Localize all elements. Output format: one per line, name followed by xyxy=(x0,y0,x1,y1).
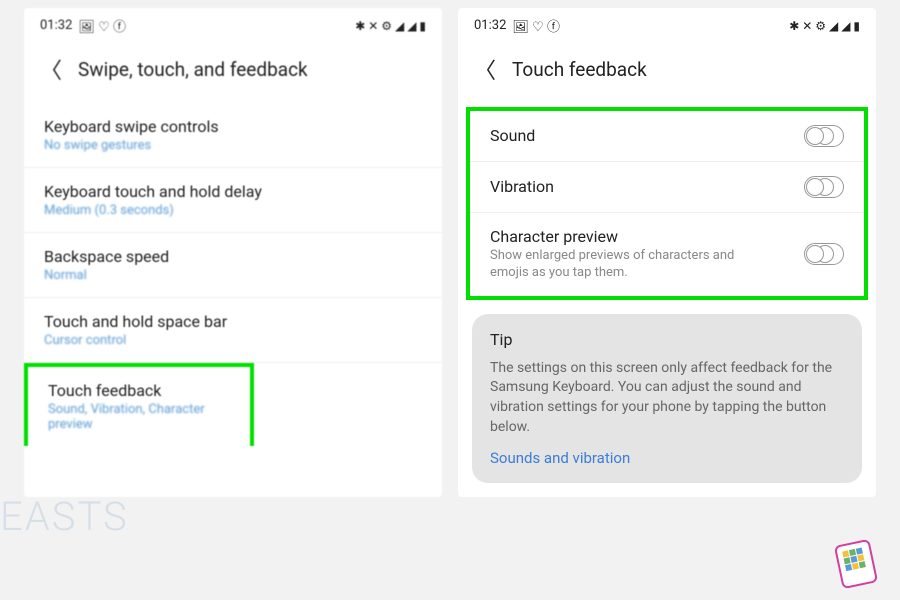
header: 〈 Swipe, touch, and feedback xyxy=(24,39,442,103)
settings-list: Keyboard swipe controls No swipe gesture… xyxy=(24,103,442,446)
watermark-text: EASTS xyxy=(0,493,129,540)
item-touch-feedback[interactable]: Touch feedback Sound, Vibration, Charact… xyxy=(24,363,254,446)
phone-left: 01:32 🖼 ♡ ⓕ ✱ ✕ ⚙ ◢ ◢ ▮ 〈 Swipe, touch, … xyxy=(24,8,442,497)
toggle-sound[interactable]: Sound xyxy=(470,111,864,162)
tip-box: Tip The settings on this screen only aff… xyxy=(472,314,862,483)
switch-icon[interactable] xyxy=(804,243,844,265)
status-bar: 01:32 🖼 ♡ ⓕ ✱ ✕ ⚙ ◢ ◢ ▮ xyxy=(458,8,876,39)
phone-right: 01:32 🖼 ♡ ⓕ ✱ ✕ ⚙ ◢ ◢ ▮ 〈 Touch feedback… xyxy=(458,8,876,497)
toggle-vibration[interactable]: Vibration xyxy=(470,162,864,213)
back-icon[interactable]: 〈 xyxy=(40,53,62,85)
status-bar: 01:32 🖼 ♡ ⓕ ✱ ✕ ⚙ ◢ ◢ ▮ xyxy=(24,8,442,39)
status-icons-left: 🖼 ♡ ⓕ xyxy=(512,16,560,35)
tip-body: The settings on this screen only affect … xyxy=(490,359,844,437)
switch-icon[interactable] xyxy=(804,125,844,147)
status-time: 01:32 xyxy=(40,18,72,33)
tip-link[interactable]: Sounds and vibration xyxy=(490,449,844,467)
status-icons-right: ✱ ✕ ⚙ ◢ ◢ ▮ xyxy=(789,19,860,33)
toggle-character-preview[interactable]: Character preview Show enlarged previews… xyxy=(470,213,864,296)
switch-icon[interactable] xyxy=(804,176,844,198)
header: 〈 Touch feedback xyxy=(458,39,876,103)
item-touch-hold-delay[interactable]: Keyboard touch and hold delay Medium (0.… xyxy=(24,168,442,233)
status-time: 01:32 xyxy=(474,18,506,33)
tip-title: Tip xyxy=(490,330,844,349)
status-icons-right: ✱ ✕ ⚙ ◢ ◢ ▮ xyxy=(355,19,426,33)
page-title: Swipe, touch, and feedback xyxy=(78,58,308,81)
page-title: Touch feedback xyxy=(512,58,647,81)
item-touch-hold-spacebar[interactable]: Touch and hold space bar Cursor control xyxy=(24,298,442,363)
site-logo-icon xyxy=(838,542,888,592)
back-icon[interactable]: 〈 xyxy=(474,53,496,85)
toggles-section: Sound Vibration Character preview Show e… xyxy=(466,107,868,300)
status-icons-left: 🖼 ♡ ⓕ xyxy=(78,16,126,35)
item-backspace-speed[interactable]: Backspace speed Normal xyxy=(24,233,442,298)
item-keyboard-swipe[interactable]: Keyboard swipe controls No swipe gesture… xyxy=(24,103,442,168)
